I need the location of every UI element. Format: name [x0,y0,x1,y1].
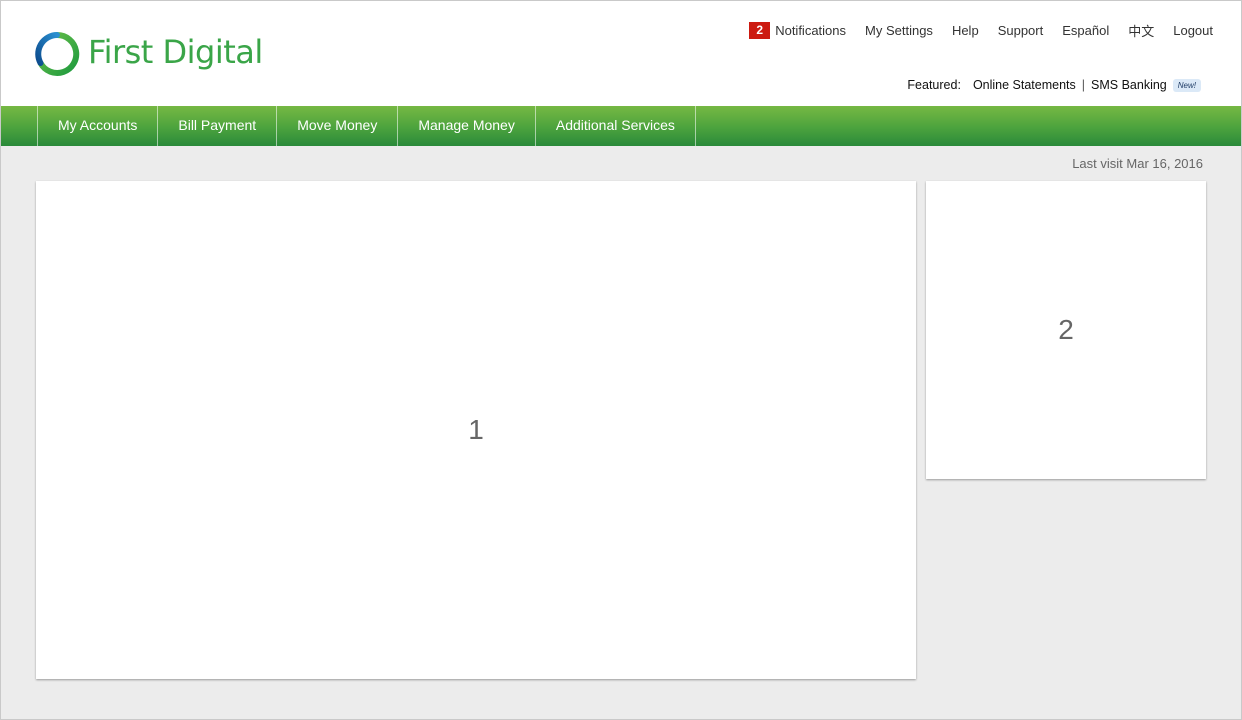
nav-spacer [1,106,38,146]
brand-name: First Digital [88,33,263,71]
main-panel: 1 [36,181,916,679]
my-settings-link[interactable]: My Settings [865,23,933,38]
featured-bar: Featured: Online Statements | SMS Bankin… [907,78,1201,92]
main-panel-placeholder: 1 [468,414,484,445]
featured-separator: | [1081,78,1086,92]
notification-count-badge: 2 [749,22,771,39]
nav-bill-payment[interactable]: Bill Payment [158,106,278,146]
brand-logo[interactable]: First Digital [34,31,274,81]
nav-manage-money[interactable]: Manage Money [398,106,536,146]
nav-additional-services[interactable]: Additional Services [536,106,696,146]
last-visit-text: Last visit Mar 16, 2016 [1072,156,1203,171]
language-chinese-link[interactable]: 中文 [1128,21,1154,40]
top-links: 2 Notifications My Settings Help Support… [749,21,1213,40]
nav-my-accounts[interactable]: My Accounts [38,106,159,146]
nav-move-money[interactable]: Move Money [277,106,399,146]
language-spanish-link[interactable]: Español [1062,23,1109,38]
side-panel-placeholder: 2 [1058,314,1074,345]
notifications-label: Notifications [775,23,847,38]
new-badge: New! [1172,78,1201,92]
support-link[interactable]: Support [998,23,1044,38]
logout-link[interactable]: Logout [1173,23,1213,38]
sms-banking-link[interactable]: SMS Banking [1091,78,1167,92]
featured-label: Featured: [907,78,961,92]
side-panel: 2 [926,181,1206,479]
app-frame: First Digital 2 Notifications My Setting… [0,0,1242,720]
main-nav: My Accounts Bill Payment Move Money Mana… [1,106,1241,146]
online-statements-link[interactable]: Online Statements [973,78,1076,92]
header: First Digital 2 Notifications My Setting… [1,1,1241,106]
ring-logo-icon [35,31,80,76]
notifications-link[interactable]: 2 Notifications [749,22,846,39]
help-link[interactable]: Help [952,23,979,38]
